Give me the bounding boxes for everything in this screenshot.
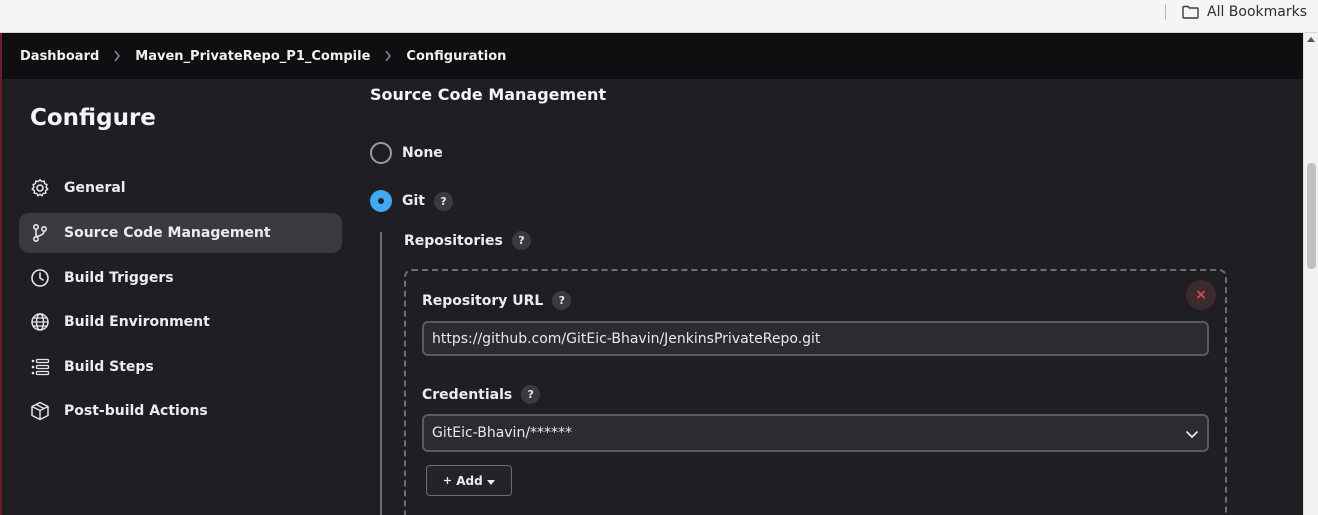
all-bookmarks-button[interactable]: All Bookmarks [1182, 3, 1307, 21]
jenkins-page: Dashboard Maven_PrivateRepo_P1_Compile C… [0, 33, 1303, 515]
gear-icon [29, 177, 51, 199]
repository-url-text: Repository URL [422, 292, 544, 309]
list-icon [29, 356, 51, 378]
breadcrumb: Dashboard Maven_PrivateRepo_P1_Compile C… [2, 33, 1303, 79]
sidebar-item-label: Build Triggers [64, 270, 174, 286]
globe-icon [29, 311, 51, 333]
breadcrumb-configuration[interactable]: Configuration [406, 49, 506, 64]
repositories-text: Repositories [404, 232, 503, 249]
delete-repository-button[interactable]: × [1186, 280, 1216, 310]
help-button[interactable]: ? [521, 385, 541, 404]
breadcrumb-job[interactable]: Maven_PrivateRepo_P1_Compile [135, 49, 370, 64]
section-title: Source Code Management [370, 85, 607, 104]
sidebar-item-build-triggers[interactable]: Build Triggers [19, 258, 342, 298]
page-scrollbar[interactable] [1303, 33, 1318, 515]
radio-git[interactable]: Git ? [370, 190, 453, 212]
sidebar-item-build-environment[interactable]: Build Environment [19, 302, 342, 342]
breadcrumb-dashboard[interactable]: Dashboard [20, 49, 99, 64]
page-title: Configure [30, 105, 156, 131]
branch-icon [29, 222, 51, 244]
radio-button[interactable] [370, 142, 392, 164]
sidebar-item-general[interactable]: General [19, 168, 342, 208]
caret-down-icon [486, 474, 495, 488]
plus-icon [443, 474, 452, 488]
radio-none[interactable]: None [370, 142, 443, 164]
radio-label: Git [402, 193, 425, 209]
help-button[interactable]: ? [552, 291, 572, 310]
sidebar-item-label: Post-build Actions [64, 403, 208, 419]
scroll-up-arrow-icon[interactable] [1307, 37, 1315, 42]
folder-icon [1182, 5, 1199, 19]
repository-url-label: Repository URL ? [422, 291, 572, 310]
add-credentials-button[interactable]: Add [426, 465, 512, 496]
add-label: Add [456, 473, 483, 488]
credentials-text: Credentials [422, 386, 513, 403]
section-indent-line [380, 232, 382, 515]
sidebar-item-label: Source Code Management [64, 225, 271, 241]
all-bookmarks-label: All Bookmarks [1207, 4, 1308, 20]
credentials-value: GitEic-Bhavin/****** [432, 425, 573, 441]
chevron-right-icon [99, 50, 135, 62]
credentials-label: Credentials ? [422, 385, 541, 404]
credentials-select[interactable]: GitEic-Bhavin/****** [422, 414, 1209, 452]
sidebar-item-source-code-management[interactable]: Source Code Management [19, 213, 342, 253]
help-button[interactable]: ? [511, 231, 531, 250]
sidebar-item-label: Build Environment [64, 314, 210, 330]
repositories-label: Repositories ? [404, 231, 531, 250]
main-content: Source Code Management None Git ? Reposi… [370, 79, 1303, 515]
repository-url-input[interactable] [422, 321, 1209, 356]
help-button[interactable]: ? [433, 191, 453, 211]
radio-label: None [402, 145, 443, 161]
sidebar-item-post-build-actions[interactable]: Post-build Actions [19, 391, 342, 431]
box-icon [29, 400, 51, 422]
sidebar-item-label: Build Steps [64, 359, 154, 375]
bookmarks-bar: All Bookmarks [0, 0, 1318, 33]
chevron-down-icon [1185, 424, 1199, 443]
sidebar-item-label: General [64, 180, 126, 196]
sidebar-item-build-steps[interactable]: Build Steps [19, 347, 342, 387]
radio-button[interactable] [370, 190, 392, 212]
bookmarks-separator [1165, 4, 1166, 20]
sidebar: Configure General Source Code Management… [2, 79, 362, 515]
scrollbar-thumb[interactable] [1307, 163, 1316, 269]
chevron-right-icon [370, 50, 406, 62]
clock-icon [29, 267, 51, 289]
